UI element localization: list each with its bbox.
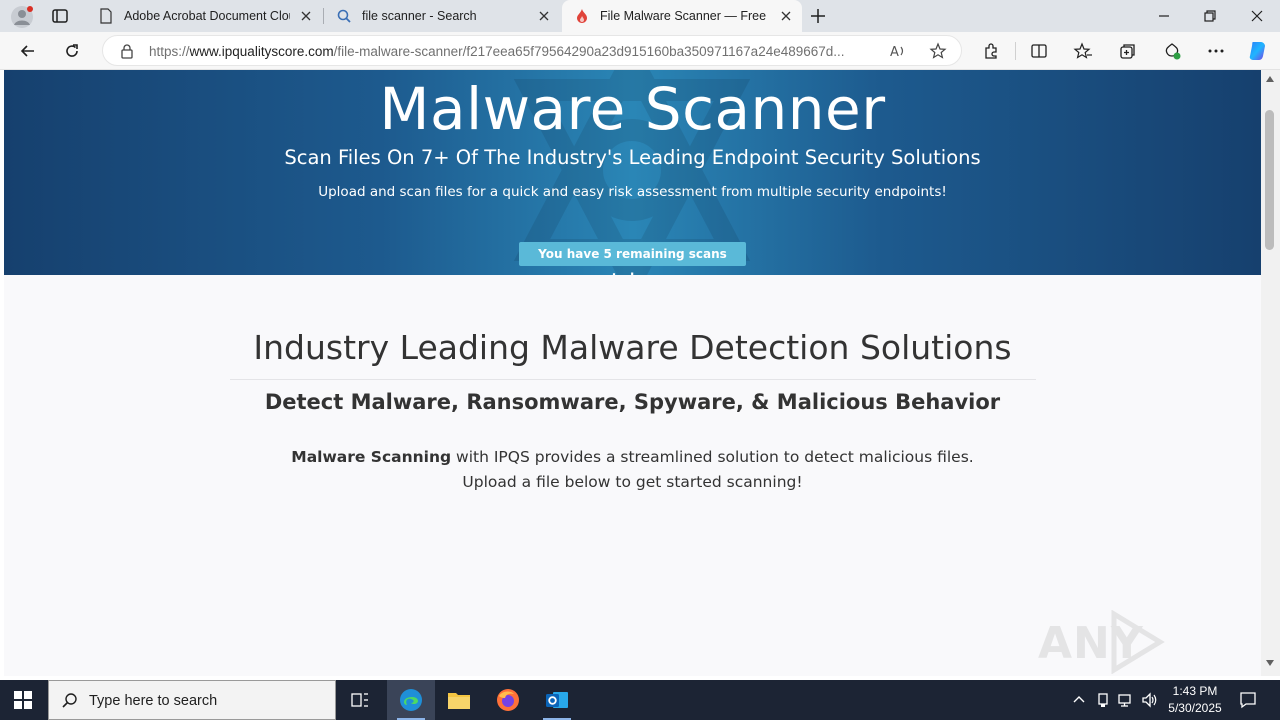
tab-actions-icon[interactable]: [50, 6, 70, 26]
extensions-icon[interactable]: [981, 41, 1001, 61]
close-tab-icon[interactable]: [536, 8, 552, 24]
restore-icon[interactable]: [1200, 6, 1220, 26]
scroll-up-arrow-icon[interactable]: [1266, 76, 1274, 82]
section-title: Industry Leading Malware Detection Solut…: [253, 328, 1012, 367]
anyrun-watermark: ANY RUN: [1038, 610, 1238, 676]
toolbar-separator: [1015, 42, 1016, 60]
tab-title: File Malware Scanner — Free File: [600, 9, 770, 23]
section-subtitle: Detect Malware, Ransomware, Spyware, & M…: [264, 390, 1001, 414]
tab-file-malware-scanner[interactable]: File Malware Scanner — Free File: [562, 0, 802, 32]
svg-text:A: A: [890, 45, 899, 60]
browser-essentials-icon[interactable]: [1162, 41, 1182, 61]
usb-device-icon[interactable]: [1094, 691, 1112, 709]
page-viewport: Malware Scanner Scan Files On 7+ Of The …: [4, 70, 1261, 676]
minimize-icon[interactable]: [1154, 6, 1174, 26]
collections-icon[interactable]: [1118, 41, 1138, 61]
taskbar-search-box[interactable]: Type here to search: [48, 680, 336, 720]
new-tab-icon[interactable]: [808, 6, 828, 26]
clock-date: 5/30/2025: [1168, 701, 1222, 715]
url-prefix: https://: [149, 44, 190, 59]
tab-file-scanner-search[interactable]: file scanner - Search: [324, 0, 560, 32]
section-body-line1: Malware Scanning with IPQS provides a st…: [4, 445, 1261, 470]
task-view-icon: [351, 693, 368, 707]
taskbar-edge-button[interactable]: [387, 680, 435, 720]
hero-description: Upload and scan files for a quick and ea…: [318, 184, 947, 200]
page-scrollbar[interactable]: [1261, 70, 1280, 676]
tab-title: Adobe Acrobat Document Cloud: [124, 9, 290, 23]
scroll-down-arrow-icon[interactable]: [1266, 660, 1274, 666]
section-divider: [230, 379, 1036, 380]
favorite-star-icon[interactable]: [929, 42, 947, 60]
watermark-text: ANY RUN: [1038, 618, 1146, 676]
profile-avatar-icon[interactable]: [10, 5, 34, 29]
close-tab-icon[interactable]: [298, 8, 314, 24]
section-body: Malware Scanning with IPQS provides a st…: [4, 445, 1261, 495]
address-bar[interactable]: https://www.ipqualityscore.com/file-malw…: [102, 35, 962, 66]
edge-icon: [400, 689, 422, 711]
tab-adobe-acrobat[interactable]: Adobe Acrobat Document Cloud: [86, 0, 322, 32]
windows-taskbar: Type here to search 1:43 PM 5/30/2025: [0, 680, 1280, 720]
section-body-line2: Upload a file below to get started scann…: [462, 473, 803, 491]
tab-strip: Adobe Acrobat Document Cloud file scanne…: [0, 0, 1280, 32]
lock-icon[interactable]: [119, 43, 135, 59]
body-bold-text: Malware Scanning: [291, 448, 452, 466]
outlook-icon: [546, 692, 568, 708]
hero-title: Malware Scanner: [379, 75, 886, 143]
taskbar-search-placeholder: Type here to search: [89, 693, 218, 709]
read-aloud-icon[interactable]: A: [889, 42, 907, 60]
url-text[interactable]: https://www.ipqualityscore.com/file-malw…: [149, 44, 879, 59]
taskbar-outlook-button[interactable]: [533, 680, 581, 720]
clock-time: 1:43 PM: [1172, 684, 1218, 698]
back-icon[interactable]: [18, 41, 38, 61]
browser-toolbar: https://www.ipqualityscore.com/file-malw…: [0, 32, 1280, 70]
split-screen-icon[interactable]: [1029, 41, 1049, 61]
remaining-scans-badge: You have 5 remaining scans today.: [519, 242, 746, 275]
search-icon: [337, 9, 351, 23]
search-icon: [62, 693, 77, 708]
taskbar-clock[interactable]: 1:43 PM 5/30/2025: [1160, 683, 1230, 717]
show-hidden-icons-chevron-icon[interactable]: [1070, 691, 1088, 709]
tab-title: file scanner - Search: [362, 9, 477, 23]
close-tab-icon[interactable]: [778, 8, 794, 24]
taskbar-firefox-button[interactable]: [484, 680, 532, 720]
ipqs-flame-icon: [577, 9, 587, 23]
hero-banner: Malware Scanner Scan Files On 7+ Of The …: [4, 70, 1261, 275]
windows-start-icon[interactable]: [14, 691, 32, 709]
volume-icon[interactable]: [1141, 691, 1159, 709]
url-host: www.ipqualityscore.com: [189, 44, 334, 59]
document-icon: [100, 8, 112, 24]
folder-icon: [448, 693, 470, 709]
firefox-icon: [497, 689, 519, 711]
url-path: /file-malware-scanner/f217eea65f79564290…: [333, 44, 845, 59]
taskbar-file-explorer-button[interactable]: [435, 680, 483, 720]
network-icon[interactable]: [1117, 691, 1135, 709]
refresh-icon[interactable]: [62, 41, 82, 61]
close-window-icon[interactable]: [1247, 6, 1267, 26]
body-text: with IPQS provides a streamlined solutio…: [451, 448, 974, 466]
scroll-thumb[interactable]: [1265, 110, 1274, 250]
favorites-icon[interactable]: [1073, 41, 1093, 61]
copilot-icon[interactable]: [1246, 39, 1270, 63]
more-options-icon[interactable]: [1206, 41, 1226, 61]
task-view-button[interactable]: [336, 680, 384, 720]
notifications-icon[interactable]: [1238, 690, 1258, 710]
hero-subtitle: Scan Files On 7+ Of The Industry's Leadi…: [284, 146, 981, 169]
